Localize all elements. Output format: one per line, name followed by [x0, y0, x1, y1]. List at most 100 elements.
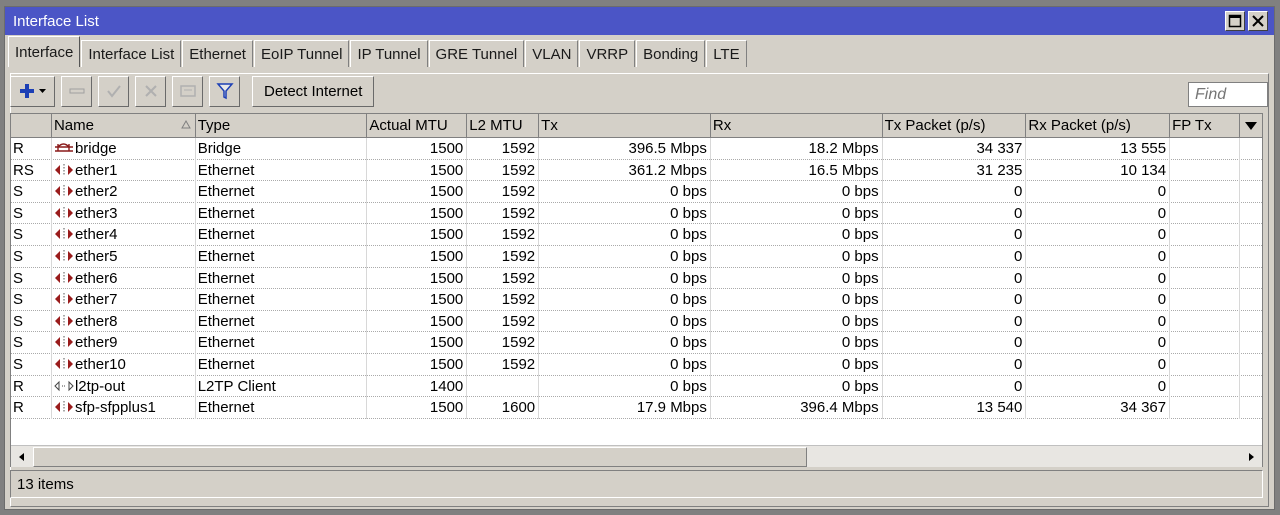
column-header-rx[interactable]: Rx: [711, 114, 883, 138]
cell-name: ether2: [52, 181, 196, 203]
cell-actual-mtu: 1500: [367, 245, 468, 268]
tab-gre-tunnel[interactable]: GRE Tunnel: [428, 40, 525, 67]
cell-rx: 0 bps: [711, 202, 883, 225]
table-row[interactable]: Sether8 Ethernet 1500 1592 0 bps 0 bps 0 0: [11, 310, 1262, 333]
ethernet-icon: [54, 228, 73, 241]
cell-actual-mtu: 1500: [367, 267, 468, 290]
remove-button[interactable]: [61, 75, 92, 107]
cell-rx: 0 bps: [711, 353, 883, 376]
arrow-left-icon: [19, 453, 24, 461]
close-icon: [1252, 15, 1264, 27]
cell-type: Ethernet: [196, 397, 368, 419]
tab-eoip-tunnel[interactable]: EoIP Tunnel: [253, 40, 350, 67]
comment-button[interactable]: [172, 75, 203, 107]
cell-type: Ethernet: [196, 181, 368, 203]
column-header-name[interactable]: Name: [52, 114, 196, 138]
cell-flags: S: [11, 289, 52, 311]
cell-tx-packet: 0: [883, 202, 1027, 225]
cell-filler: [1240, 268, 1262, 290]
table-row[interactable]: Sether3 Ethernet 1500 1592 0 bps 0 bps 0 0: [11, 202, 1262, 225]
cell-tx: 0 bps: [539, 202, 711, 225]
cell-actual-mtu: 1500: [367, 159, 468, 182]
find-input[interactable]: [1188, 82, 1268, 107]
tab-interface[interactable]: Interface: [8, 36, 81, 67]
cell-name: ether6: [52, 267, 196, 290]
disable-icon: [144, 85, 157, 97]
tab-lte[interactable]: LTE: [706, 40, 747, 67]
tab-ip-tunnel[interactable]: IP Tunnel: [350, 40, 428, 67]
tab-ethernet[interactable]: Ethernet: [182, 40, 253, 67]
column-header-column-menu[interactable]: [1240, 114, 1262, 138]
tab-vlan[interactable]: VLAN: [525, 40, 579, 67]
table-row[interactable]: Sether9 Ethernet 1500 1592 0 bps 0 bps 0 0: [11, 332, 1262, 354]
horizontal-scrollbar[interactable]: [11, 445, 1262, 467]
cell-name: ether8: [52, 310, 196, 333]
maximize-button[interactable]: [1225, 11, 1245, 31]
cell-rx-packet: 0: [1026, 267, 1171, 290]
scrollbar-thumb[interactable]: [33, 447, 807, 467]
table-row[interactable]: Sether10 Ethernet 1500 1592 0 bps 0 bps 0 0: [11, 353, 1262, 376]
tab-bonding[interactable]: Bonding: [636, 40, 706, 67]
cell-tx-packet: 0: [883, 310, 1027, 333]
table-row[interactable]: Sether6 Ethernet 1500 1592 0 bps 0 bps 0 0: [11, 267, 1262, 290]
cell-tx-packet: 0: [883, 224, 1027, 246]
cell-fp-tx: [1170, 267, 1241, 290]
column-header-label: Actual MTU: [369, 117, 448, 134]
column-header-rx-packet[interactable]: Rx Packet (p/s): [1026, 114, 1171, 138]
comment-icon: [179, 85, 196, 97]
column-header-l2-mtu[interactable]: L2 MTU: [467, 114, 540, 138]
column-header-tx-packet[interactable]: Tx Packet (p/s): [883, 114, 1027, 138]
table-row[interactable]: Rbridge Bridge 1500 1592 396.5 Mbps 18.2 Mbps…: [11, 138, 1262, 160]
scroll-left-button[interactable]: [12, 447, 32, 467]
table-row[interactable]: RS ether1 Ethernet 1500 1592 361.2 Mbps 16.5 M…: [11, 159, 1262, 182]
cell-type: L2TP Client: [196, 375, 368, 398]
cell-filler: [1240, 332, 1262, 354]
cell-fp-tx: [1170, 397, 1241, 419]
cell-actual-mtu: 1500: [367, 397, 468, 419]
cell-l2-mtu: 1600: [467, 397, 540, 419]
column-header-type[interactable]: Type: [196, 114, 368, 138]
add-button[interactable]: [10, 75, 55, 107]
cell-actual-mtu: 1500: [367, 332, 468, 354]
column-header-flags[interactable]: [11, 114, 52, 138]
detect-internet-button[interactable]: Detect Internet: [252, 75, 375, 107]
filter-button[interactable]: [209, 75, 240, 107]
table-row[interactable]: Sether4 Ethernet 1500 1592 0 bps 0 bps 0 0: [11, 224, 1262, 246]
table-row[interactable]: Sether7 Ethernet 1500 1592 0 bps 0 bps 0 0: [11, 289, 1262, 311]
cell-fp-tx: [1170, 159, 1241, 182]
table-row[interactable]: Sether5 Ethernet 1500 1592 0 bps 0 bps 0 0: [11, 245, 1262, 268]
cell-rx: 16.5 Mbps: [711, 159, 883, 182]
cell-fp-tx: [1170, 245, 1241, 268]
tab-vrrp[interactable]: VRRP: [579, 40, 636, 67]
scroll-right-button[interactable]: [1241, 447, 1261, 467]
column-header-fp-tx[interactable]: FP Tx: [1170, 114, 1241, 138]
window-titlebar[interactable]: Interface List: [5, 7, 1274, 35]
cell-type: Ethernet: [196, 267, 368, 290]
cell-flags: S: [11, 267, 52, 290]
cell-type: Ethernet: [196, 353, 368, 376]
column-header-actual-mtu[interactable]: Actual MTU: [367, 114, 468, 138]
cell-rx: 0 bps: [711, 310, 883, 333]
cell-tx: 0 bps: [539, 310, 711, 333]
cell-rx-packet: 13 555: [1026, 138, 1171, 160]
enable-button[interactable]: [98, 75, 129, 107]
cell-rx: 18.2 Mbps: [711, 138, 883, 160]
table-row[interactable]: Rl2tp-out L2TP Client 1400 0 bps 0 bps 0 0: [11, 375, 1262, 398]
ethernet-icon: [54, 249, 73, 262]
cell-l2-mtu: 1592: [467, 159, 540, 182]
cell-flags: S: [11, 310, 52, 333]
cell-rx-packet: 10 134: [1026, 159, 1171, 182]
cell-tx: 361.2 Mbps: [539, 159, 711, 182]
sort-ascending-icon: [180, 120, 191, 129]
table-row[interactable]: Sether2 Ethernet 1500 1592 0 bps 0 bps 0 0: [11, 181, 1262, 203]
ethernet-icon: [54, 336, 73, 349]
close-button[interactable]: [1248, 11, 1268, 31]
cell-rx: 396.4 Mbps: [711, 397, 883, 419]
table-row[interactable]: Rsfp-sfpplus1 Ethernet 1500 1600 17.9 Mbps 39…: [11, 397, 1262, 419]
tab-interface-list[interactable]: Interface List: [81, 40, 182, 67]
table-header: Name Type Actual MTU L2 MTU Tx Rx Tx Packet (p…: [11, 114, 1262, 138]
disable-button[interactable]: [135, 75, 166, 107]
column-header-tx[interactable]: Tx: [539, 114, 711, 138]
cell-filler: [1240, 138, 1262, 160]
cell-rx: 0 bps: [711, 375, 883, 398]
